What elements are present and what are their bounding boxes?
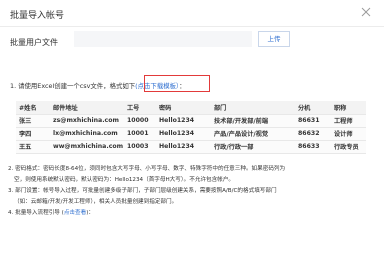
column-header: 部门 [211,101,295,115]
table-cell: 张三 [16,114,50,128]
batch-import-dialog: 批量导入帐号 批量用户文件 上传 1. 请使用Excel创建一个csv文件，格式… [0,0,384,278]
table-header-row: #姓名 邮件地址 工号 密码 部门 分机 职称 [16,101,366,115]
table-cell: 10003 [124,140,156,154]
table-row: 李四 lx@mxhichina.com 10001 Hello1234 产品/产… [16,127,366,141]
table-cell: lx@mxhichina.com [50,127,124,141]
table-cell: ww@mxhichina.com [50,140,124,154]
dialog-title: 批量导入帐号 [10,11,65,21]
column-header: 邮件地址 [50,101,124,115]
note-3-line-1: 3. 部门设置：帐号导入过程，可批量创建多级子部门，子部门层级创建关系，需要按照… [8,188,277,194]
close-icon[interactable] [358,4,374,20]
header-divider [0,26,384,27]
note-3-line-2: （如：云邮箱/开发/开发工程师），相关人员批量创建到指定部门。 [14,199,178,205]
table-row: 王五 ww@mxhichina.com 10003 Hello1234 行政/行… [16,140,366,154]
table-cell: Hello1234 [156,127,211,141]
table-cell: 86633 [295,140,331,154]
instructions: 2. 密码格式：密码长度8-64位，须同时包含大写字母、小写字母、数字、特殊字符… [8,164,380,219]
note-4-prefix: 4. 批量导入流程引导 ( [8,210,64,216]
table-cell: 王五 [16,140,50,154]
table-cell: 设计师 [331,127,366,141]
table-cell: 10001 [124,127,156,141]
note-2-line-2: 空，则使用系统默认密码，默认密码为：Hello1234（首字母H大写）。不允许包… [14,177,235,183]
step-1-prefix: 1. 请使用Excel创建一个csv文件，格式如下 [10,82,136,90]
column-header: 工号 [124,101,156,115]
note-4-suffix: )： [86,210,94,216]
column-header: #姓名 [16,101,50,115]
upload-file-input[interactable] [74,31,252,47]
table-cell: 技术部/开发部/前端 [211,114,295,128]
table-cell: 工程师 [331,114,366,128]
table-cell: Hello1234 [156,114,211,128]
upload-button[interactable]: 上传 [258,31,290,47]
table-cell: 86632 [295,127,331,141]
column-header: 分机 [295,101,331,115]
table-cell: zs@mxhichina.com [50,114,124,128]
note-4: 4. 批量导入流程引导 (点击查看)： [8,208,380,219]
upload-file-label: 批量用户文件 [10,38,58,47]
note-2-line-1: 2. 密码格式：密码长度8-64位，须同时包含大写字母、小写字母、数字、特殊字符… [8,166,286,172]
table-cell: 10000 [124,114,156,128]
table-cell: 李四 [16,127,50,141]
download-link-highlight [144,75,210,92]
table-cell: 86631 [295,114,331,128]
table-row: 张三 zs@mxhichina.com 10000 Hello1234 技术部/… [16,114,366,128]
table-cell: 行政专员 [331,140,366,154]
guide-view-link[interactable]: 点击查看 [64,210,86,216]
table-cell: 行政/行政一部 [211,140,295,154]
example-table: #姓名 邮件地址 工号 密码 部门 分机 职称 张三 zs@mxhichina.… [16,101,366,154]
table-cell: 产品/产品设计/视觉 [211,127,295,141]
table-cell: Hello1234 [156,140,211,154]
column-header: 职称 [331,101,366,115]
column-header: 密码 [156,101,211,115]
